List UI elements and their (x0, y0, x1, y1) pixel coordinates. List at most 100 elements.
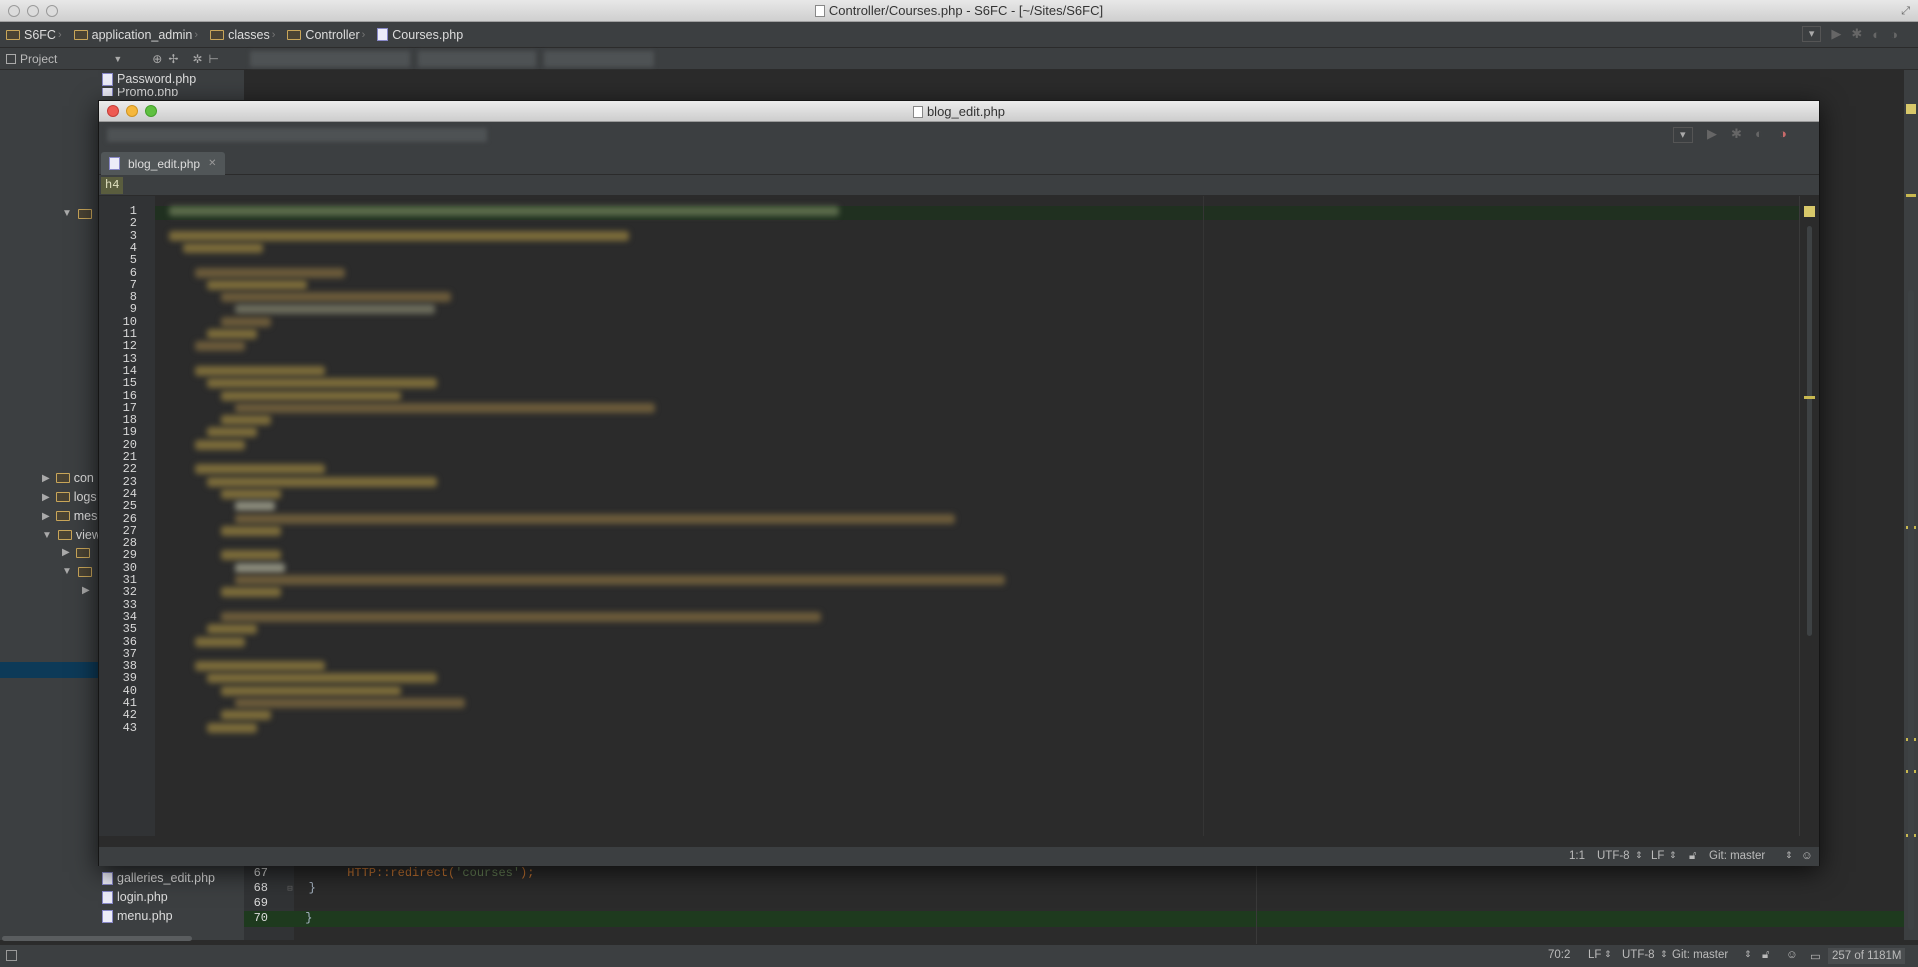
tree-file[interactable]: login.php (102, 890, 168, 904)
lock-icon[interactable]: 🔓︎ (1762, 949, 1769, 962)
breadcrumb-s6fc[interactable]: S6FC › (6, 28, 68, 42)
blurred-code-line (221, 415, 271, 426)
tree-file[interactable]: galleries_edit.php (102, 871, 215, 885)
php-file-icon (102, 890, 113, 904)
target-icon[interactable]: ⊕ (152, 52, 162, 66)
tree-folder[interactable]: ▶ mes (42, 509, 97, 523)
profiler-icon[interactable]: ◑ (1890, 27, 1898, 42)
tab-blog-edit[interactable]: blog_edit.php ✕ (101, 152, 225, 175)
floating-window-titlebar: blog_edit.php (99, 101, 1819, 122)
triangle-right-icon: ▶ (82, 585, 90, 596)
run-config-dropdown[interactable]: ▾ (1801, 26, 1822, 42)
tree-folder[interactable]: ▶ con (42, 471, 94, 485)
blurred-code-line (195, 464, 325, 475)
php-file-icon (109, 157, 120, 170)
editor-tab[interactable] (418, 51, 536, 67)
triangle-right-icon: ▶ (62, 547, 70, 558)
floating-navigation-bar: ▾ ▶ ✱ ◐ ◑ (99, 122, 1819, 150)
stripe-marker[interactable] (1804, 396, 1815, 399)
blurred-code-line (207, 722, 257, 733)
error-stripe[interactable] (1799, 196, 1819, 836)
tree-file[interactable]: menu.php (102, 909, 173, 923)
breadcrumb-classes[interactable]: classes › (210, 28, 281, 42)
breadcrumb[interactable] (107, 128, 487, 142)
run-icon[interactable]: ▶ (1831, 26, 1841, 42)
toggle-tool-windows-icon[interactable] (6, 950, 17, 961)
close-icon[interactable]: ✕ (208, 158, 216, 169)
line-separator[interactable]: LF (1651, 850, 1664, 862)
tree-folder-expanded[interactable]: ▼ (62, 566, 96, 577)
cursor-position[interactable]: 70:2 (1548, 949, 1570, 961)
warning-indicator[interactable] (1906, 104, 1916, 114)
file-encoding[interactable]: UTF-8 (1597, 850, 1630, 862)
coverage-icon[interactable]: ◐ (1872, 27, 1880, 42)
pin-icon[interactable]: ⊢ (208, 52, 218, 66)
folder-icon (210, 29, 225, 40)
inspector-icon[interactable]: ☺︎ (1801, 850, 1813, 862)
blurred-code-line (235, 501, 275, 512)
blurred-code-line (195, 341, 245, 352)
editor-tab[interactable] (250, 51, 410, 67)
chevron-down-icon[interactable]: ▼ (113, 54, 122, 64)
coverage-icon[interactable]: ◐ (1755, 126, 1763, 141)
php-file-icon (102, 909, 113, 923)
inspector-icon[interactable]: ☺︎ (1786, 949, 1798, 961)
tree-folder-expanded[interactable]: ▼ (62, 208, 96, 219)
run-icon[interactable]: ▶ (1707, 126, 1717, 142)
tree-folder[interactable]: ▶ (62, 547, 94, 558)
vcs-branch[interactable]: Git: master (1672, 949, 1728, 961)
error-stripe[interactable] (1904, 70, 1918, 940)
code-editor[interactable] (155, 196, 1799, 836)
breadcrumb-application-admin[interactable]: application_admin › (73, 28, 204, 42)
cursor-position[interactable]: 1:1 (1569, 850, 1585, 862)
php-file-icon (102, 88, 113, 96)
blurred-code-line (207, 378, 437, 389)
debug-icon[interactable]: ✱ (1851, 26, 1862, 42)
warning-indicator[interactable] (1804, 206, 1815, 217)
profiler-icon[interactable]: ◑ (1779, 126, 1787, 141)
event-log-icon[interactable]: ▭ (1810, 949, 1821, 963)
breadcrumb-controller[interactable]: Controller › (287, 28, 371, 42)
folder-icon (75, 547, 90, 558)
tree-file[interactable]: Promo.php (102, 88, 178, 96)
fullscreen-icon[interactable]: ⤢ (1901, 0, 1910, 22)
collapse-icon[interactable]: ✢ (168, 52, 178, 66)
line-separator[interactable]: LF (1588, 949, 1601, 961)
folder-icon (6, 29, 20, 40)
tree-folder-expanded[interactable]: ▼ view (42, 528, 101, 542)
minimize-window-button[interactable] (126, 105, 138, 117)
blurred-code-line (221, 390, 401, 401)
vertical-scrollbar[interactable] (1807, 226, 1812, 636)
debug-icon[interactable]: ✱ (1731, 126, 1742, 142)
tree-horizontal-scrollbar[interactable] (2, 936, 192, 941)
tree-folder[interactable]: ▶ logs (42, 490, 97, 504)
vcs-branch[interactable]: Git: master (1709, 850, 1765, 862)
run-config-dropdown[interactable]: ▾ (1673, 127, 1693, 143)
blurred-code-line (207, 427, 257, 438)
blurred-code-line (235, 513, 955, 524)
code-line: 70 } (253, 911, 313, 925)
tree-folder[interactable]: ▶ (82, 585, 96, 596)
tree-file[interactable]: Password.php (102, 72, 196, 86)
close-window-button[interactable] (107, 105, 119, 117)
memory-indicator[interactable]: 257 of 1181M (1828, 948, 1906, 964)
vertical-scrollbar[interactable] (1908, 290, 1914, 930)
blurred-code-line (183, 242, 263, 253)
project-panel-title[interactable]: Project (20, 52, 57, 66)
fold-icon: ⊟ (287, 884, 293, 894)
minimize-window-button[interactable] (27, 5, 39, 17)
blurred-code-line (169, 206, 839, 216)
zoom-window-button[interactable] (145, 105, 157, 117)
lock-icon[interactable]: 🔓︎ (1689, 850, 1696, 863)
blurred-code-line (207, 476, 437, 487)
close-window-button[interactable] (8, 5, 20, 17)
zoom-window-button[interactable] (46, 5, 58, 17)
floating-status-bar: 1:1 UTF-8 ⇕ LF ⇕ 🔓︎ Git: master ⇕ ☺︎ (99, 846, 1819, 866)
file-encoding[interactable]: UTF-8 (1622, 949, 1655, 961)
code-line: 67 HTTP::redirect('courses'); (253, 866, 535, 880)
gear-icon[interactable]: ✲ (192, 52, 202, 66)
stripe-marker[interactable] (1906, 194, 1916, 197)
html-tag-badge[interactable]: h4 (101, 177, 124, 194)
editor-tab[interactable] (544, 51, 654, 67)
breadcrumb-courses-php[interactable]: Courses.php (377, 28, 463, 42)
